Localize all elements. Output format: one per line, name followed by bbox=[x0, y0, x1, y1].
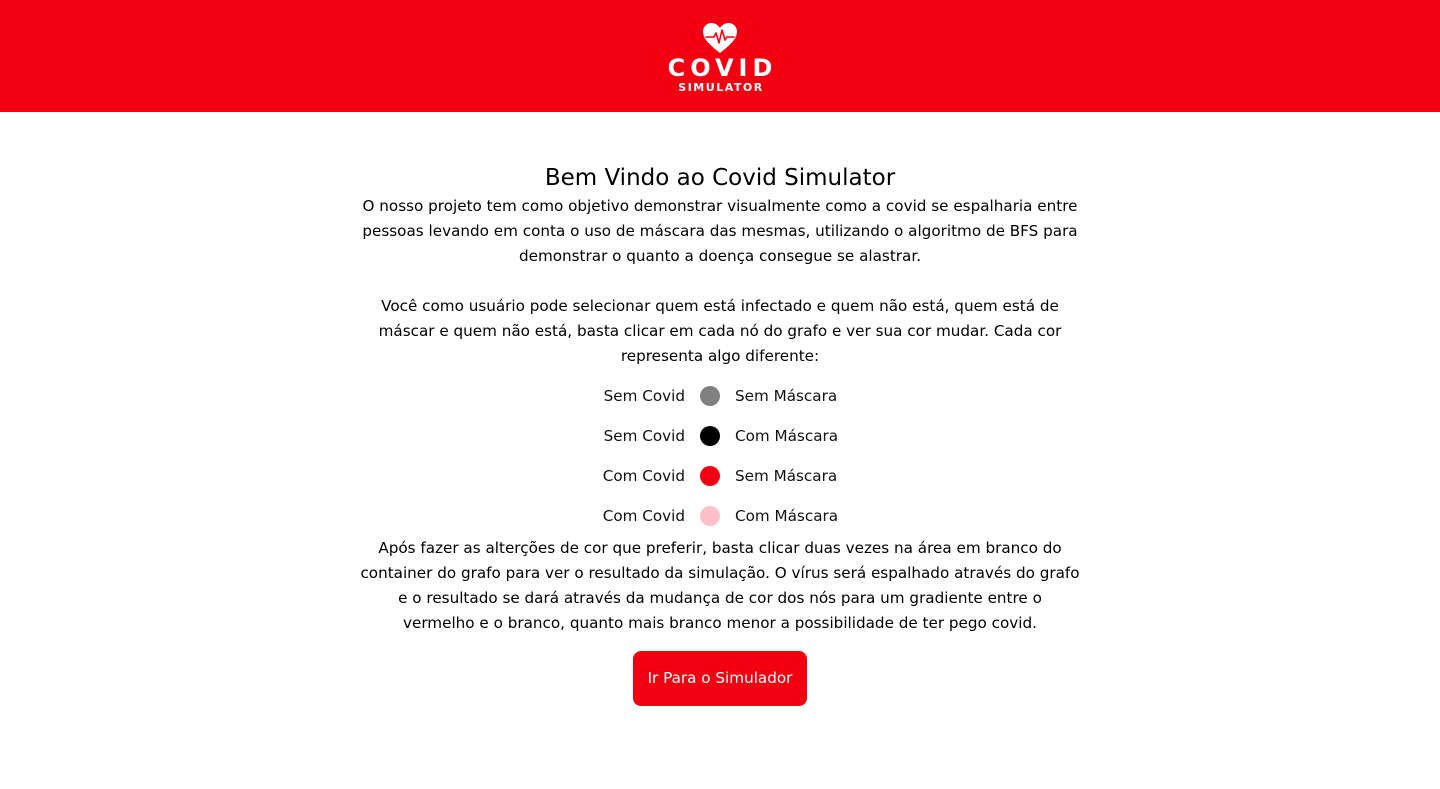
top-header: COVID SIMULATOR bbox=[0, 0, 1440, 112]
page-title: Bem Vindo ao Covid Simulator bbox=[544, 165, 896, 191]
legend-mask-status: Com Máscara bbox=[735, 427, 839, 445]
legend-covid-status: Sem Covid bbox=[603, 387, 685, 405]
legend-row: Com Covid Com Máscara bbox=[360, 496, 1080, 536]
legend-covid-status: Com Covid bbox=[602, 507, 685, 525]
legend-covid-status: Com Covid bbox=[602, 467, 685, 485]
legend-mask-status: Sem Máscara bbox=[735, 387, 838, 405]
legend-color-dot bbox=[700, 386, 720, 406]
legend-mask-status: Sem Máscara bbox=[735, 467, 838, 485]
legend-row: Com Covid Sem Máscara bbox=[360, 456, 1080, 496]
result-paragraph: Após fazer as alterções de cor que prefe… bbox=[360, 539, 1080, 632]
legend-covid-status: Sem Covid bbox=[603, 427, 685, 445]
color-legend: Sem Covid Sem Máscara Sem Covid Com Másc… bbox=[360, 376, 1080, 536]
legend-color-dot bbox=[700, 426, 720, 446]
logo-subtitle: SIMULATOR bbox=[678, 80, 764, 94]
legend-row: Sem Covid Sem Máscara bbox=[360, 376, 1080, 416]
logo-title: COVID bbox=[667, 53, 778, 82]
legend-color-dot bbox=[700, 506, 720, 526]
legend-color-dot bbox=[700, 466, 720, 486]
welcome-section: Bem Vindo ao Covid Simulator O nosso pro… bbox=[360, 112, 1080, 706]
legend-mask-status: Com Máscara bbox=[735, 507, 839, 525]
app-logo[interactable]: COVID SIMULATOR bbox=[663, 18, 778, 95]
intro-paragraph: O nosso projeto tem como objetivo demons… bbox=[362, 197, 1078, 265]
legend-row: Sem Covid Com Máscara bbox=[360, 416, 1080, 456]
go-to-simulator-button[interactable]: Ir Para o Simulador bbox=[632, 651, 808, 706]
instructions-paragraph: Você como usuário pode selecionar quem e… bbox=[378, 297, 1062, 365]
heart-pulse-icon bbox=[702, 22, 737, 53]
